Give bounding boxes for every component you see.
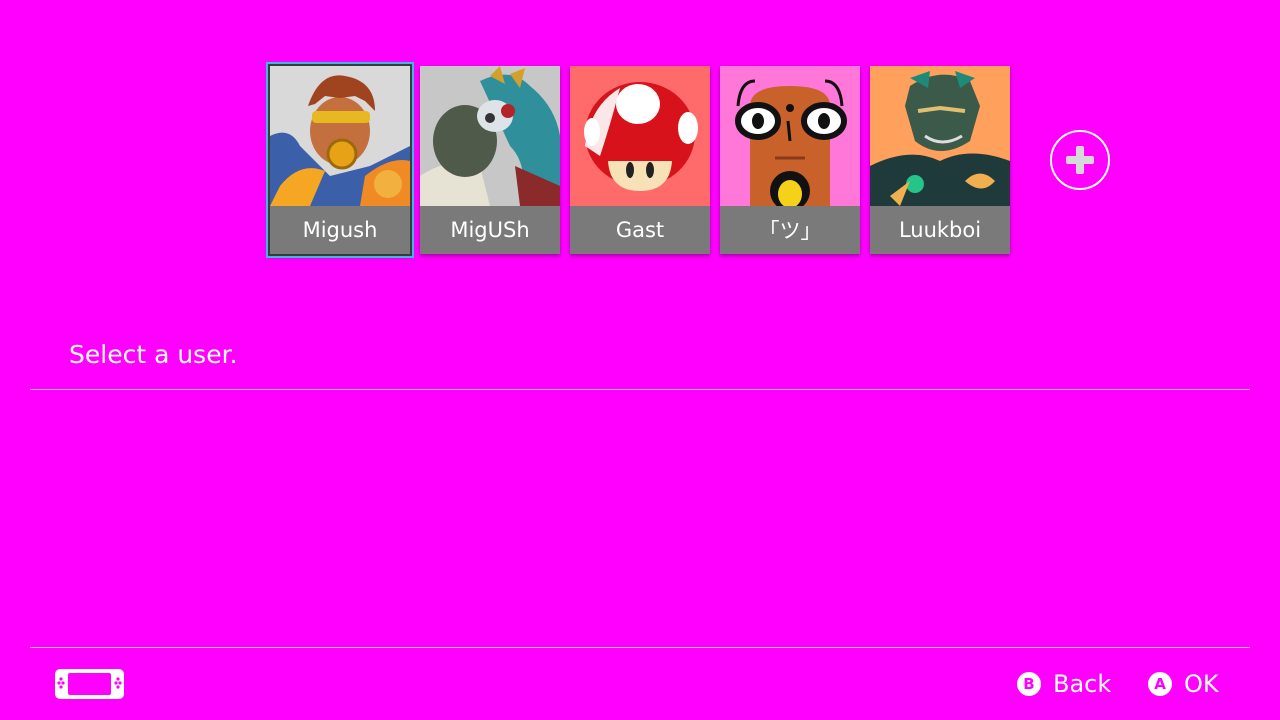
mushroom-icon (570, 66, 710, 206)
user-select-screen: Migush MigUSh Gast 「ツ」 Luukboi Select a … (0, 0, 1280, 720)
divider (30, 647, 1250, 648)
add-user-button[interactable] (1050, 130, 1110, 190)
user-card-migush[interactable]: Migush (267, 63, 413, 257)
villain-icon (870, 66, 1010, 206)
a-button-icon: A (1148, 672, 1172, 696)
user-card-gast[interactable]: Gast (570, 66, 710, 254)
user-name: Luukboi (898, 218, 982, 242)
user-name: Migush (302, 218, 378, 242)
mask-face-icon (720, 66, 860, 206)
user-name-bar: Luukboi (870, 206, 1010, 254)
divider (30, 389, 1250, 390)
back-label: Back (1053, 670, 1112, 698)
user-card-migush-2[interactable]: MigUSh (420, 66, 560, 254)
user-name-bar: Gast (570, 206, 710, 254)
user-name: MigUSh (450, 218, 530, 242)
back-button[interactable]: B Back (1017, 669, 1111, 699)
handheld-console-icon (55, 669, 124, 699)
ok-label: OK (1184, 670, 1219, 698)
brawler-icon (270, 66, 410, 206)
page-prompt: Select a user. (69, 340, 238, 369)
b-button-icon: B (1017, 672, 1041, 696)
user-name: Gast (615, 218, 665, 242)
masked-warrior-icon (420, 66, 560, 206)
user-card-luukboi[interactable]: Luukboi (870, 66, 1010, 254)
user-name-bar: MigUSh (420, 206, 560, 254)
user-name-bar: Migush (270, 206, 410, 254)
plus-icon (1066, 146, 1094, 174)
user-name-bar: 「ツ」 (720, 206, 860, 254)
user-name: 「ツ」 (758, 219, 822, 243)
user-card-tsu[interactable]: 「ツ」 (720, 66, 860, 254)
ok-button[interactable]: A OK (1148, 669, 1219, 699)
